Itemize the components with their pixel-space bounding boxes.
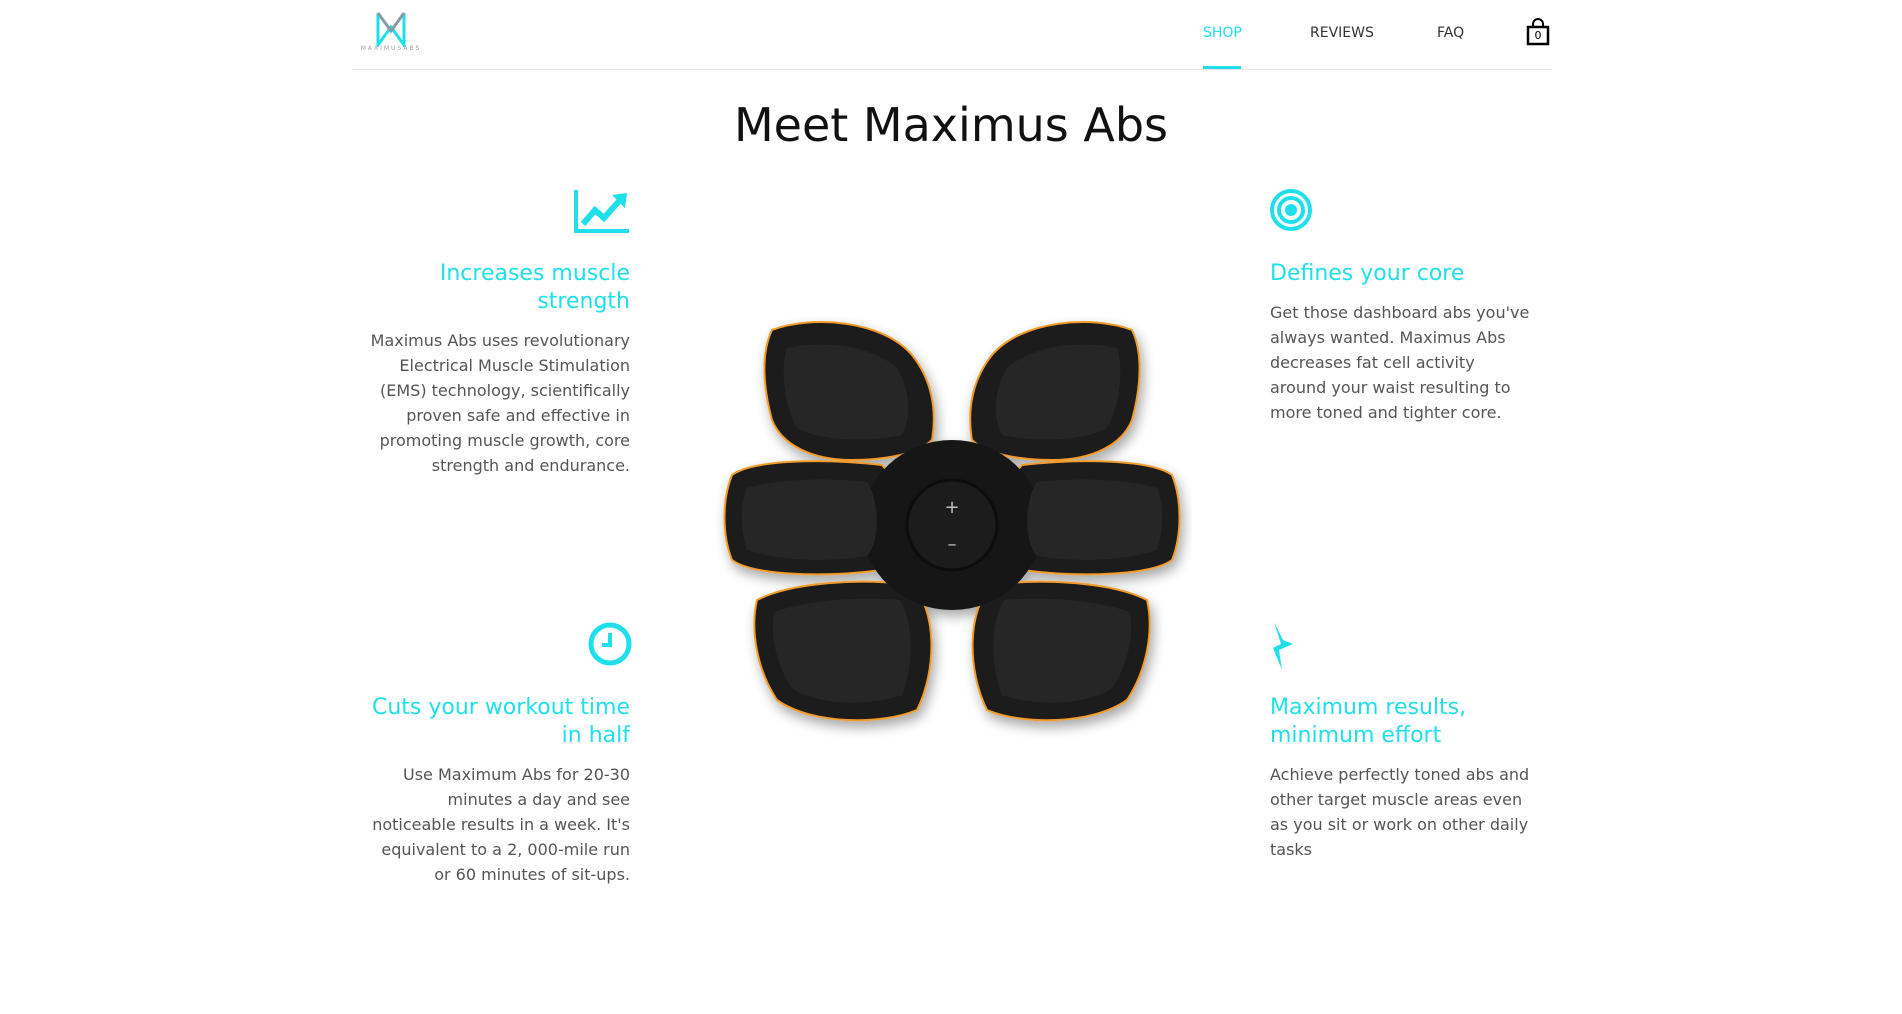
feature-muscle-strength: Increases muscle strength Maximus Abs us…: [370, 260, 630, 478]
feature-maximum-results: Maximum results, minimum effort Achieve …: [1270, 694, 1530, 862]
feature-title: Cuts your workout time in half: [371, 695, 630, 748]
nav-active-indicator: [1203, 66, 1241, 69]
minus-button-label: –: [948, 534, 957, 555]
feature-defines-core: Defines your core Get those dashboard ab…: [1270, 260, 1530, 425]
trending-up-chart-icon: [574, 190, 629, 233]
lightning-bolt-icon: [1273, 622, 1293, 670]
ems-abs-trainer-device: + –: [723, 321, 1181, 722]
nav-shop[interactable]: SHOP: [1203, 25, 1242, 41]
nav-faq[interactable]: FAQ: [1437, 25, 1464, 41]
logo-text: MAXIMUSABS: [360, 45, 422, 52]
site-header: MAXIMUSABS SHOP REVIEWS FAQ 0: [352, 0, 1552, 70]
plus-button-label: +: [944, 497, 959, 518]
feature-title: Increases muscle strength: [439, 261, 630, 314]
feature-text: Maximus Abs uses revolutionary Electrica…: [370, 331, 630, 475]
logo[interactable]: MAXIMUSABS: [354, 11, 426, 57]
feature-text: Achieve perfectly toned abs and other ta…: [1270, 765, 1530, 859]
cart-count: 0: [1534, 29, 1542, 42]
target-icon: [1270, 189, 1312, 231]
nav-reviews[interactable]: REVIEWS: [1310, 25, 1374, 41]
feature-workout-time: Cuts your workout time in half Use Maxim…: [370, 694, 630, 887]
clock-icon: [588, 622, 632, 666]
feature-text: Use Maximum Abs for 20-30 minutes a day …: [372, 765, 630, 884]
product-image: + –: [712, 310, 1192, 740]
feature-title: Defines your core: [1270, 261, 1465, 286]
feature-text: Get those dashboard abs you've always wa…: [1270, 303, 1530, 422]
feature-title: Maximum results, minimum effort: [1270, 695, 1467, 748]
cart-button[interactable]: 0: [1526, 18, 1550, 46]
page-title: Meet Maximus Abs: [733, 98, 1168, 152]
logo-mark-icon: [376, 12, 406, 50]
